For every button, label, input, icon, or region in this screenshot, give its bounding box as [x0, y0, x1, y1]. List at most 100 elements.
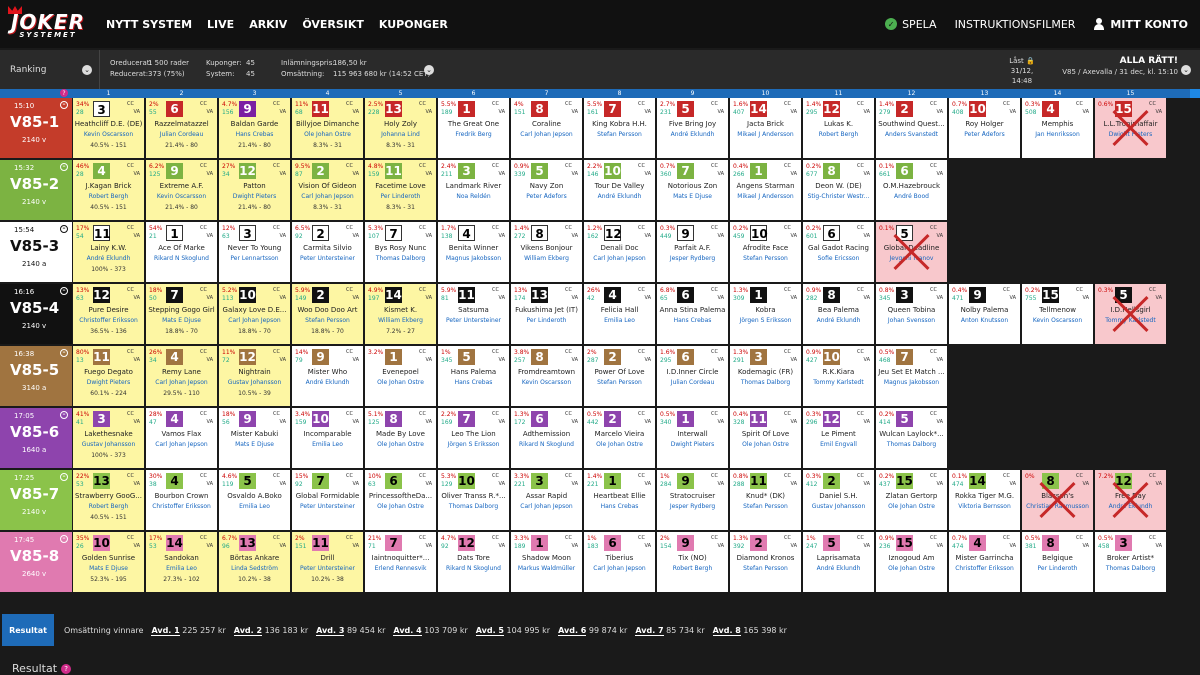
driver-name[interactable]: Per Linderoth	[1022, 565, 1093, 572]
horse-cell[interactable]: 1.3% 172 6 CC VA Adthemission Rikard N Skoglun…	[511, 408, 582, 468]
horse-cell[interactable]: 4.7% 156 9 CC VA Baldan Garde Hans Crebas 21.4%…	[219, 98, 290, 158]
avd-label[interactable]: Avd. 5	[475, 625, 504, 636]
horse-cell[interactable]: 17% 53 14 CC VA Sandokan Emilia Leo 27.3% - 102	[146, 532, 217, 592]
horse-cell[interactable]: 0.7% 408 10 CC VA Roy Holger Peter Ådefors	[949, 98, 1020, 158]
driver-name[interactable]: Hans Crebas	[438, 379, 509, 386]
driver-name[interactable]: Peter Ådefors	[949, 131, 1020, 138]
horse-cell[interactable]: 17% 54 11 CC VA Lainy K.W. André Eklundh 100% -…	[73, 222, 144, 282]
race-label[interactable]: 15:54 V85-3 2140 a –	[0, 222, 72, 282]
horse-cell[interactable]: 0.2% 414 5 CC VA Wulcan Laylock*... Thomas Dal…	[876, 408, 947, 468]
horse-cell[interactable]: 0.6% 15 CC VA L.L.Tronimaffair Dwight Pieters	[1095, 98, 1166, 158]
horse-cell[interactable]: 1.2% 162 12 CC VA Denali Doc Carl Johan Jepson	[584, 222, 655, 282]
horse-cell[interactable]: 2.5% 228 13 CC VA Holy Zoly Johanna Lind 8.3% -…	[365, 98, 436, 158]
horse-cell[interactable]: 0.9% 282 8 CC VA Bea Palema André Eklundh	[803, 284, 874, 344]
driver-name[interactable]: Stefan Persson	[730, 565, 801, 572]
driver-name[interactable]: Carl Johan Jepson	[511, 503, 582, 510]
nav-item-nytt-system[interactable]: NYTT SYSTEM	[106, 18, 192, 31]
avd-label[interactable]: Avd. 1	[151, 625, 180, 636]
horse-cell[interactable]: 2.4% 211 3 CC VA Landmark River Noa Reldén	[438, 160, 509, 220]
driver-name[interactable]: William Ekberg	[511, 255, 582, 262]
horse-cell[interactable]: 0.4% 266 1 CC VA Ängens Starman Mikael J Ander…	[730, 160, 801, 220]
horse-cell[interactable]: 0.3% 449 9 CC VA Parfait A.F. Jesper Rydberg	[657, 222, 728, 282]
horse-cell[interactable]: 54% 21 1 CC VA Ace Of Marke Rikard N Skoglund	[146, 222, 217, 282]
driver-name[interactable]: Magnus Jakobsson	[438, 255, 509, 262]
horse-cell[interactable]: 21% 71 7 CC VA Iaintnoquitter*... Erlend Renne…	[365, 532, 436, 592]
driver-name[interactable]: Robert Bergh	[803, 131, 874, 138]
driver-name[interactable]: Viktoria Bernsson	[949, 503, 1020, 510]
driver-name[interactable]: Christoffer Eriksson	[949, 565, 1020, 572]
horse-cell[interactable]: 5.5% 161 7 CC VA King Kobra H.H. Stefan Persso…	[584, 98, 655, 158]
driver-name[interactable]: Emilia Leo	[584, 317, 655, 324]
horse-cell[interactable]: 3.4% 159 10 CC VA Incomparable Emilia Leo	[292, 408, 363, 468]
driver-name[interactable]: Hans Crebas	[219, 131, 290, 138]
horse-cell[interactable]: 6.2% 125 9 CC VA Extreme A.F. Kevin Oscarsson 2…	[146, 160, 217, 220]
horse-cell[interactable]: 0.9% 427 10 CC VA R.K.Kiara Tommy Karlstedt	[803, 346, 874, 406]
horse-cell[interactable]: 6.7% 96 13 CC VA Börtas Ankare Linda Sedström 1…	[219, 532, 290, 592]
race-label[interactable]: 17:25 V85-7 2140 v –	[0, 470, 72, 530]
horse-cell[interactable]: 1.3% 291 3 CC VA Kodemagic (FR) Thomas Dalborg	[730, 346, 801, 406]
race-menu-icon[interactable]: –	[60, 287, 68, 295]
driver-name[interactable]: Per Linderoth	[365, 193, 436, 200]
driver-name[interactable]: Carl Johan Jepson	[146, 379, 217, 386]
driver-name[interactable]: André Eklundh	[73, 255, 144, 262]
nav-item-arkiv[interactable]: ARKIV	[249, 18, 287, 31]
driver-name[interactable]: Julian Cordeau	[146, 131, 217, 138]
avd-label[interactable]: Avd. 2	[233, 625, 263, 636]
driver-name[interactable]: Fredrik Berg	[438, 131, 509, 138]
driver-name[interactable]: Kevin Oscarsson	[1022, 317, 1093, 324]
horse-cell[interactable]: 0.7% 474 4 CC VA Mister Garrincha Christoffer …	[949, 532, 1020, 592]
driver-name[interactable]: Emilia Leo	[219, 503, 290, 510]
horse-cell[interactable]: 4.9% 197 14 CC VA Kismet K. William Ekberg 7.2%…	[365, 284, 436, 344]
horse-cell[interactable]: 27% 34 12 CC VA Patton Dwight Pieters 21.4% - 8…	[219, 160, 290, 220]
horse-cell[interactable]: 1.3% 392 2 CC VA Diamond Kronos Stefan Persson	[730, 532, 801, 592]
horse-cell[interactable]: 35% 26 10 CC VA Golden Sunrise Mats E Djuse 52.…	[73, 532, 144, 592]
race-label[interactable]: 16:16 V85-4 2140 v –	[0, 284, 72, 344]
race-menu-icon[interactable]: –	[60, 349, 68, 357]
driver-name[interactable]: Gustav Johansson	[803, 503, 874, 510]
instruktionsfilmer-link[interactable]: INSTRUKTIONSFILMER	[955, 18, 1076, 31]
horse-cell[interactable]: 0.2% 677 8 CC VA Deon W. (DE) Stig-Christer We…	[803, 160, 874, 220]
driver-name[interactable]: Thomas Dalborg	[876, 441, 947, 448]
nav-item-kuponger[interactable]: KUPONGER	[379, 18, 448, 31]
avd-label[interactable]: Avd. 6	[558, 625, 587, 636]
horse-cell[interactable]: 7.2% 12 CC VA Free Day André Eklundh	[1095, 470, 1166, 530]
driver-name[interactable]: Peter Untersteiner	[292, 503, 363, 510]
horse-cell[interactable]: 0.5% 381 8 CC VA Belgique Per Linderoth	[1022, 532, 1093, 592]
horse-cell[interactable]: 0.4% 328 11 CC VA Spirit Of Love Ole Johan Öst…	[730, 408, 801, 468]
horse-cell[interactable]: 14% 79 9 CC VA Mister Who André Eklundh	[292, 346, 363, 406]
race-label[interactable]: 17:05 V85-6 1640 a –	[0, 408, 72, 468]
driver-name[interactable]: Linda Sedström	[219, 565, 290, 572]
horse-cell[interactable]: 18% 50 7 CC VA Stepping Gogo Girl Mats E Djuse…	[146, 284, 217, 344]
driver-name[interactable]: Kevin Oscarsson	[511, 379, 582, 386]
horse-cell[interactable]: 1.4% 272 8 CC VA Vikens Bonjour William Ekberg	[511, 222, 582, 282]
driver-name[interactable]: André Eklundh	[803, 317, 874, 324]
driver-name[interactable]: Carl Johan Jepson	[292, 193, 363, 200]
horse-cell[interactable]: 0.9% 236 15 CC VA Iznogoud Am Ole Johan Östre	[876, 532, 947, 592]
nav-item-live[interactable]: LIVE	[207, 18, 234, 31]
driver-name[interactable]: Stig-Christer Westr...	[803, 193, 874, 200]
horse-cell[interactable]: 2.2% 146 10 CC VA Tour De Valley André Eklundh	[584, 160, 655, 220]
driver-name[interactable]: Mikael J Andersson	[730, 131, 801, 138]
driver-name[interactable]: Christoffer Eriksson	[146, 503, 217, 510]
horse-cell[interactable]: 3.3% 221 3 CC VA Assar Rapid Carl Johan Jepson	[511, 470, 582, 530]
horse-cell[interactable]: 0.2% 601 6 CC VA Gal Gadot Racing Sofie Ericss…	[803, 222, 874, 282]
driver-name[interactable]: Ole Johan Östre	[730, 441, 801, 448]
horse-cell[interactable]: 13% 174 13 CC VA Fukushima Jet (IT) Per Linder…	[511, 284, 582, 344]
driver-name[interactable]: Robert Bergh	[657, 565, 728, 572]
horse-cell[interactable]: 0.5% 458 3 CC VA Broker Artist* Thomas Dalborg	[1095, 532, 1166, 592]
stats-chevron-icon[interactable]: ⌄	[424, 65, 434, 75]
horse-cell[interactable]: 26% 34 4 CC VA Remy Lane Carl Johan Jepson 29.5…	[146, 346, 217, 406]
horse-cell[interactable]: 5.5% 189 1 CC VA The Great One Fredrik Berg	[438, 98, 509, 158]
driver-name[interactable]: Magnus Jakobsson	[876, 379, 947, 386]
help-icon[interactable]: ?	[61, 663, 72, 674]
driver-name[interactable]: Mats E Djuse	[146, 317, 217, 324]
horse-cell[interactable]: 2% 287 2 CC VA Power Of Love Stefan Persson	[584, 346, 655, 406]
driver-name[interactable]: Emilia Leo	[146, 565, 217, 572]
alla-chevron-icon[interactable]: ⌄	[1181, 65, 1191, 75]
horse-cell[interactable]: 15% 92 7 CC VA Global Formidable Peter Unterst…	[292, 470, 363, 530]
driver-name[interactable]: André Bood	[876, 193, 947, 200]
horse-cell[interactable]: 22% 53 13 CC VA Strawberry GooG... Robert Berg…	[73, 470, 144, 530]
driver-name[interactable]: Stefan Persson	[584, 379, 655, 386]
driver-name[interactable]: Peter Ådefors	[511, 193, 582, 200]
horse-cell[interactable]: 1% 345 5 CC VA Hans Palema Hans Crebas	[438, 346, 509, 406]
